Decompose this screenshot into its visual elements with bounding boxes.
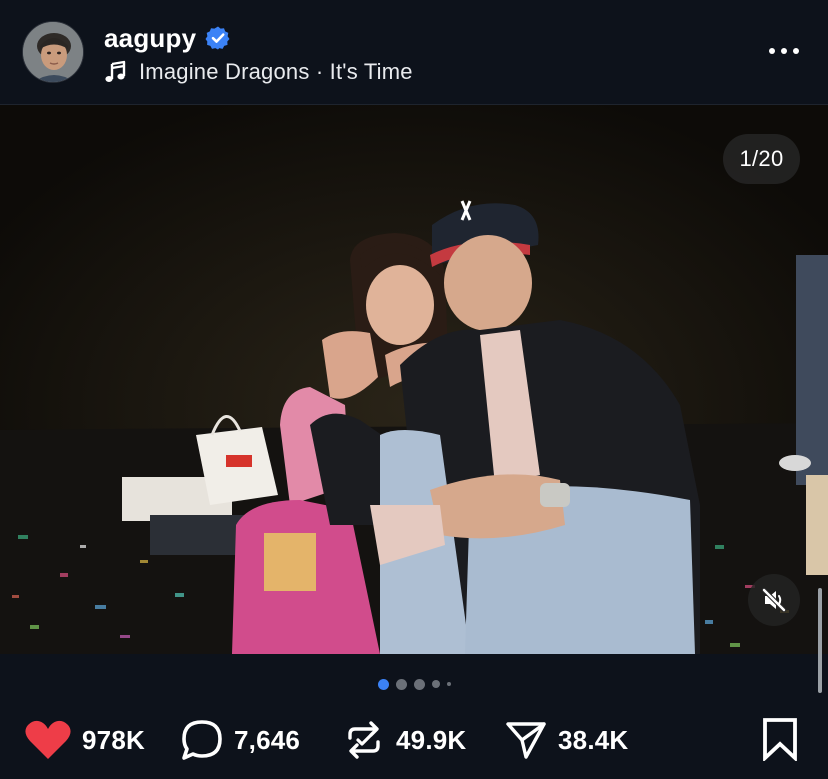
post-header: aagupy Imagine Dragons · It's Time — [0, 0, 828, 104]
music-note-icon — [104, 60, 128, 84]
pagination-dots — [0, 674, 828, 694]
bookmark-button[interactable] — [758, 714, 802, 764]
username[interactable]: aagupy — [104, 23, 196, 54]
pagination-dot[interactable] — [395, 678, 407, 690]
action-bar: 978K 7,646 49.9K 38.4K — [0, 710, 828, 770]
ellipsis-dot — [793, 48, 799, 54]
photo-image — [0, 105, 828, 654]
pagination-dot[interactable] — [413, 678, 425, 690]
pagination-dot-active[interactable] — [377, 678, 389, 690]
heart-icon — [24, 719, 72, 761]
share-count: 38.4K — [558, 724, 629, 755]
music-track: Imagine Dragons · It's Time — [139, 59, 413, 84]
comment-count: 7,646 — [234, 724, 301, 755]
post-photo[interactable]: 1/20 — [0, 105, 828, 654]
username-row: aagupy — [104, 22, 231, 54]
like-button[interactable]: 978K — [24, 710, 145, 770]
comment-button[interactable]: 7,646 — [180, 710, 300, 770]
verified-badge-icon — [205, 25, 231, 51]
avatar-image — [23, 22, 83, 82]
mute-button[interactable] — [748, 574, 800, 626]
speaker-muted-icon — [761, 587, 787, 613]
share-button[interactable]: 38.4K — [504, 710, 628, 770]
repost-button[interactable]: 49.9K — [342, 710, 466, 770]
pagination-dot[interactable] — [446, 682, 451, 686]
comment-bubble-icon — [180, 718, 224, 762]
ellipsis-icon — [769, 48, 775, 54]
repost-icon — [342, 718, 386, 762]
repost-count: 49.9K — [396, 724, 467, 755]
avatar[interactable] — [22, 21, 84, 83]
slide-counter: 1/20 — [723, 134, 800, 184]
pagination-dot[interactable] — [431, 680, 440, 688]
music-row[interactable]: Imagine Dragons · It's Time — [104, 57, 413, 87]
ellipsis-dot — [781, 48, 787, 54]
post-screen: aagupy Imagine Dragons · It's Time 1/20 … — [0, 0, 828, 779]
bookmark-icon — [763, 718, 797, 761]
send-icon — [504, 718, 548, 762]
more-options-button[interactable] — [762, 34, 806, 68]
like-count: 978K — [82, 724, 145, 755]
